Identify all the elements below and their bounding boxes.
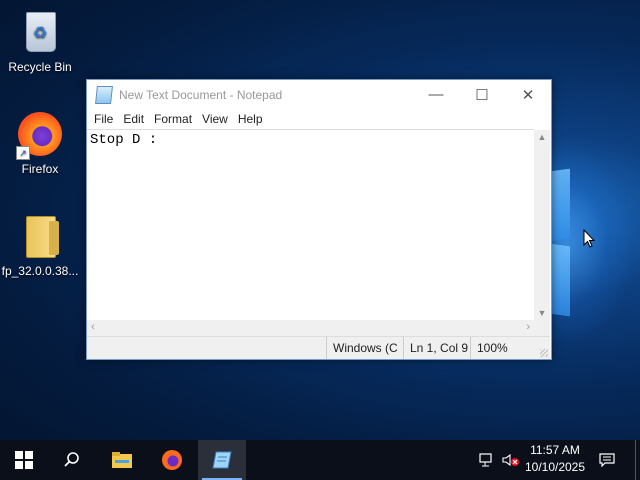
editor-content: Stop D : — [90, 132, 158, 148]
scroll-up-icon[interactable]: ▲ — [534, 132, 550, 142]
maximize-button[interactable]: ☐ — [459, 80, 505, 109]
menu-file[interactable]: File — [89, 112, 118, 126]
action-center-icon — [599, 453, 615, 467]
clock[interactable]: 11:57 AM 10/10/2025 — [520, 442, 590, 476]
volume-tray-button[interactable] — [500, 440, 522, 480]
firefox-icon — [162, 450, 182, 470]
resize-grip[interactable] — [540, 349, 548, 357]
start-button[interactable] — [0, 440, 48, 480]
clock-date: 10/10/2025 — [524, 460, 586, 474]
menu-bar: File Edit Format View Help — [87, 109, 551, 129]
scroll-right-icon[interactable]: › — [526, 321, 530, 333]
minimize-button[interactable]: — — [413, 80, 459, 109]
notifications-button[interactable] — [594, 440, 620, 480]
windows-logo-pane — [550, 168, 570, 242]
network-tray-button[interactable] — [476, 440, 498, 480]
status-position: Ln 1, Col 9 — [403, 337, 470, 359]
notepad-icon — [212, 451, 232, 469]
search-icon — [64, 452, 79, 467]
horizontal-scrollbar[interactable]: ‹ › — [87, 320, 534, 336]
scroll-down-icon[interactable]: ▼ — [534, 308, 550, 318]
windows-logo-pane — [550, 243, 570, 317]
menu-edit[interactable]: Edit — [118, 112, 149, 126]
text-editor[interactable]: Stop D : — [87, 129, 534, 321]
taskbar: 11:57 AM 10/10/2025 — [0, 440, 640, 480]
desktop-icon-folder[interactable]: fp_32.0.0.38... — [0, 212, 80, 278]
windows-start-icon — [15, 451, 33, 469]
notepad-taskbar-button[interactable] — [198, 440, 246, 480]
title-bar[interactable]: New Text Document - Notepad — ☐ ✕ — [87, 80, 551, 109]
mouse-cursor-icon — [583, 229, 595, 248]
status-encoding: Windows (C — [326, 337, 403, 359]
maximize-icon: ☐ — [475, 86, 489, 104]
file-explorer-button[interactable] — [98, 440, 146, 480]
desktop-icon-label: Recycle Bin — [8, 60, 72, 74]
status-bar: Windows (C Ln 1, Col 9 100% — [87, 336, 550, 359]
clock-time: 11:57 AM — [530, 443, 580, 457]
recycle-bin-icon — [26, 12, 56, 52]
menu-help[interactable]: Help — [233, 112, 268, 126]
show-desktop-button[interactable] — [635, 440, 640, 480]
notepad-window: New Text Document - Notepad — ☐ ✕ File E… — [86, 79, 552, 360]
desktop-icon-label: Firefox — [21, 162, 59, 176]
desktop-icon-recycle-bin[interactable]: Recycle Bin — [0, 8, 80, 74]
volume-muted-icon — [502, 453, 519, 467]
notepad-icon — [95, 85, 113, 104]
desktop-icon-firefox[interactable]: ↗ Firefox — [0, 110, 80, 176]
scroll-left-icon[interactable]: ‹ — [91, 321, 95, 333]
firefox-taskbar-button[interactable] — [148, 440, 196, 480]
menu-view[interactable]: View — [197, 112, 233, 126]
close-icon: ✕ — [521, 86, 535, 104]
network-icon — [479, 453, 492, 467]
file-explorer-icon — [112, 452, 132, 468]
window-title: New Text Document - Notepad — [119, 87, 283, 102]
shortcut-arrow-icon: ↗ — [16, 146, 30, 160]
menu-format[interactable]: Format — [149, 112, 197, 126]
search-button[interactable] — [48, 440, 96, 480]
close-button[interactable]: ✕ — [505, 80, 551, 109]
desktop-icon-label: fp_32.0.0.38... — [1, 264, 79, 278]
vertical-scrollbar[interactable]: ▲ ▼ — [534, 130, 550, 320]
status-zoom: 100% — [470, 337, 527, 359]
folder-icon — [26, 216, 59, 258]
scrollbar-corner — [534, 320, 550, 336]
minimize-icon: — — [428, 86, 444, 103]
